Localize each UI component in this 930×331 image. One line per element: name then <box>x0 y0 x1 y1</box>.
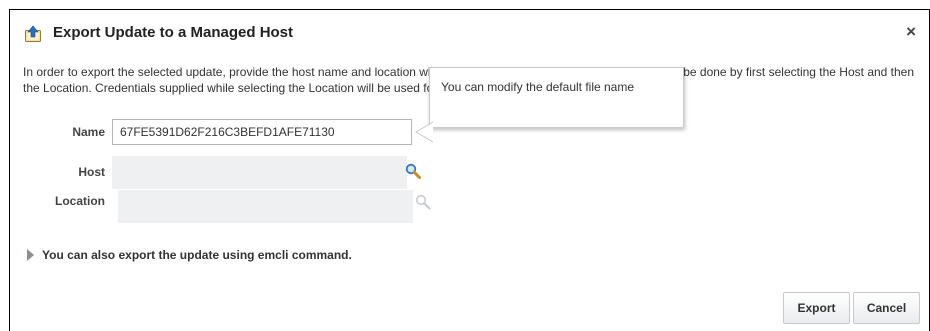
location-search-icon <box>415 194 431 210</box>
host-field[interactable] <box>112 156 407 189</box>
close-button[interactable]: × <box>906 22 916 42</box>
emcli-disclosure[interactable]: You can also export the update using emc… <box>27 248 352 262</box>
filename-tooltip: You can modify the default file name <box>429 67 684 128</box>
dialog-title: Export Update to a Managed Host <box>53 24 294 41</box>
location-field <box>118 190 413 223</box>
disclosure-triangle-icon <box>27 249 34 261</box>
name-label: Name <box>72 125 105 139</box>
location-label: Location <box>55 194 105 208</box>
cancel-button[interactable]: Cancel <box>853 292 920 324</box>
host-search-icon[interactable] <box>405 163 421 179</box>
name-input[interactable] <box>112 119 412 145</box>
upload-icon <box>25 25 41 42</box>
tooltip-arrow <box>415 121 433 143</box>
export-update-dialog: Export Update to a Managed Host × In ord… <box>9 9 930 331</box>
host-label: Host <box>78 165 105 179</box>
dialog-titlebar: Export Update to a Managed Host × <box>10 10 929 56</box>
export-button[interactable]: Export <box>783 292 850 324</box>
disclosure-label: You can also export the update using emc… <box>42 248 352 262</box>
